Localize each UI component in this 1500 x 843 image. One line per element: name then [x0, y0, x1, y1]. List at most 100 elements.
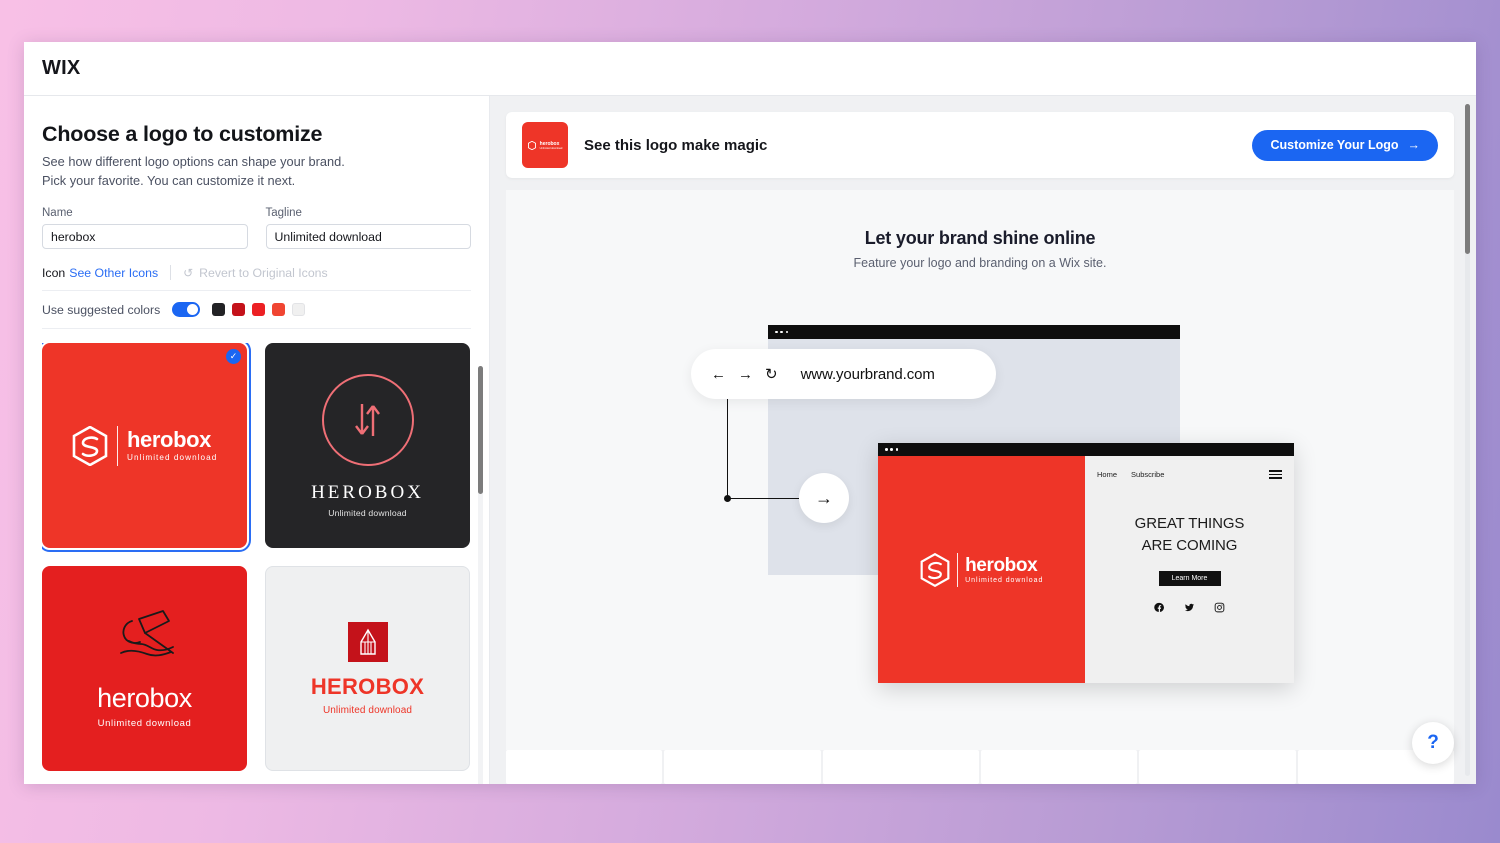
arrow-right-icon: → — [1407, 138, 1421, 152]
stage-title: Let your brand shine online — [864, 228, 1096, 248]
window-dot-icon — [785, 330, 789, 334]
lockup-divider — [956, 552, 959, 587]
site-nav-item-subscribe[interactable]: Subscribe — [1131, 470, 1164, 479]
logo-name: HEROBOX — [310, 673, 425, 699]
wix-logo-maker-window: WIX Choose a logo to customize See how d… — [24, 42, 1476, 784]
selected-check-icon: ✓ — [226, 349, 241, 364]
site-logo-tagline: Unlimited download — [965, 576, 1044, 584]
logo-lockup: herobox Unlimited download — [72, 425, 218, 466]
hamburger-menu-icon[interactable] — [1269, 470, 1282, 479]
browser-titlebar — [768, 325, 1180, 339]
tagline-input[interactable] — [265, 224, 471, 249]
logo-name: herobox — [97, 682, 192, 713]
color-swatch-1[interactable] — [212, 303, 226, 316]
facebook-icon[interactable] — [1154, 602, 1165, 613]
suggested-colors-label: Use suggested colors — [42, 302, 161, 317]
see-other-icons-link[interactable]: See Other Icons — [69, 266, 158, 280]
logo-name: herobox — [127, 427, 212, 452]
strip-cell — [1139, 750, 1296, 784]
logo-cards-scroll-area[interactable]: ✓ herobox Unlimited download HEROBOX Unl… — [42, 343, 471, 784]
instagram-icon[interactable] — [1214, 602, 1225, 613]
strip-cell — [822, 750, 979, 784]
pencil-icon — [359, 628, 376, 655]
pencil-square-icon — [347, 621, 388, 662]
color-swatch-2[interactable] — [232, 303, 246, 316]
hand-writing-pen-icon — [119, 609, 174, 656]
lockup-text: herobox Unlimited download — [127, 427, 218, 463]
connector-dot — [724, 495, 731, 502]
next-preview-section-strip — [506, 750, 1454, 784]
icon-options-row: Icon See Other Icons ↺ Revert to Origina… — [42, 265, 471, 291]
page-subtitle-line1: See how different logo options can shape… — [42, 154, 345, 169]
site-content-panel: Home Subscribe GREAT THINGS ARE COMING L — [1085, 456, 1294, 683]
logo-cards-grid: ✓ herobox Unlimited download HEROBOX Unl… — [42, 343, 471, 784]
page-subtitle-line2: Pick your favorite. You can customize it… — [42, 172, 296, 188]
site-learn-more-button[interactable]: Learn More — [1158, 571, 1221, 586]
back-arrow-icon[interactable]: ← — [711, 366, 726, 383]
suggested-colors-toggle[interactable] — [172, 302, 201, 317]
left-panel-scrollbar[interactable] — [478, 366, 483, 784]
twitter-icon[interactable] — [1184, 602, 1195, 613]
site-hero-logo-panel: herobox Unlimited download — [878, 456, 1085, 683]
hexagon-swirl-icon — [527, 140, 536, 150]
logo-card-1[interactable]: ✓ herobox Unlimited download — [42, 343, 251, 552]
window-dot-icon — [885, 448, 888, 451]
window-dot-icon — [775, 330, 778, 334]
url-text: www.yourbrand.com — [800, 365, 935, 383]
window-dot-icon — [780, 330, 784, 334]
site-headline-line1: GREAT THINGS — [1134, 515, 1245, 532]
logo-tagline: Unlimited download — [322, 704, 413, 716]
reload-icon[interactable]: ↻ — [765, 365, 778, 383]
logo-preview-panel: herobox Unlimited download See this logo… — [490, 96, 1476, 784]
circle-arrows-icon — [321, 373, 414, 466]
logo-card-3[interactable]: herobox Unlimited download — [42, 566, 247, 771]
logo-name: HEROBOX — [311, 481, 424, 503]
site-headline: GREAT THINGS ARE COMING — [1085, 513, 1294, 557]
logo-card-2[interactable]: HEROBOX Unlimited download — [265, 343, 470, 548]
preview-stage: Let your brand shine online Feature your… — [506, 190, 1454, 750]
preview-panel-scrollbar-thumb[interactable] — [1465, 104, 1470, 254]
name-field-group: Name — [42, 207, 248, 249]
window-dot-icon — [895, 448, 899, 451]
double-arrow-icon — [354, 403, 380, 436]
browser-mockup-front: herobox Unlimited download Home Subscrib… — [878, 443, 1294, 683]
app-body: Choose a logo to customize See how diffe… — [24, 96, 1476, 784]
url-bar-callout: ← → ↻ www.yourbrand.com — [691, 349, 996, 399]
page-title: Choose a logo to customize — [42, 122, 323, 146]
strip-cell — [506, 750, 663, 784]
connector-line-vertical — [727, 399, 729, 499]
tagline-label: Tagline — [265, 207, 302, 219]
logo-card-4[interactable]: HEROBOX Unlimited download — [265, 566, 470, 771]
strip-cell — [980, 750, 1138, 784]
stage-subtitle: Feature your logo and branding on a Wix … — [853, 256, 1107, 270]
site-headline-line2: ARE COMING — [1141, 537, 1238, 554]
lockup-text: herobox Unlimited download — [965, 556, 1043, 584]
left-panel-scrollbar-thumb[interactable] — [478, 366, 483, 494]
mini-lockup: herobox Unlimited download — [527, 140, 563, 150]
site-nav-item-home[interactable]: Home — [1097, 470, 1117, 479]
customize-button-label: Customize Your Logo — [1270, 138, 1399, 152]
mini-logo-tagline: Unlimited download — [539, 146, 563, 150]
preview-panel-scrollbar[interactable] — [1465, 104, 1470, 776]
color-swatch-5[interactable] — [292, 303, 306, 316]
logo-tagline: Unlimited download — [328, 507, 407, 518]
help-button[interactable]: ? — [1412, 722, 1454, 764]
revert-icon: ↺ — [183, 265, 194, 280]
forward-arrow-icon[interactable]: → — [738, 366, 753, 383]
suggested-colors-row: Use suggested colors — [42, 302, 471, 329]
logo-tagline: Unlimited download — [127, 453, 218, 462]
connector-line-horizontal — [727, 498, 799, 500]
name-input[interactable] — [42, 224, 248, 249]
hexagon-swirl-icon — [920, 552, 950, 587]
revert-icons-button[interactable]: ↺ Revert to Original Icons — [183, 266, 328, 280]
site-nav: Home Subscribe — [1085, 470, 1294, 479]
color-swatch-4[interactable] — [272, 303, 286, 316]
wix-logo[interactable]: WIX — [42, 57, 80, 80]
color-swatches — [212, 303, 306, 316]
customize-your-logo-button[interactable]: Customize Your Logo → — [1252, 129, 1438, 161]
preview-header-bar: herobox Unlimited download See this logo… — [506, 112, 1454, 178]
preview-header-title: See this logo make magic — [584, 136, 768, 154]
color-swatch-3[interactable] — [252, 303, 266, 316]
site-preview-body: herobox Unlimited download Home Subscrib… — [878, 456, 1294, 683]
name-label: Name — [42, 207, 73, 219]
